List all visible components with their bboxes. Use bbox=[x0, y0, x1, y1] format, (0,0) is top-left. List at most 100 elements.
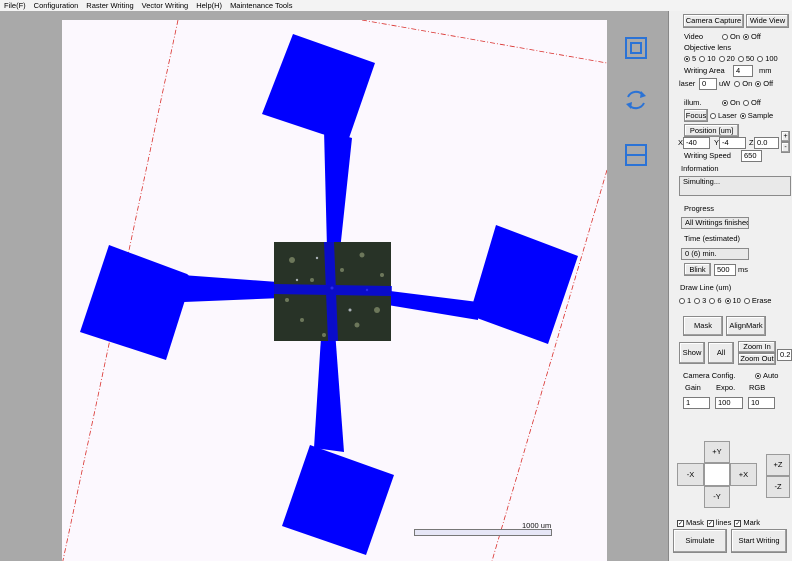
draw-line-label: Draw Line (um) bbox=[680, 283, 732, 292]
video-label: Video bbox=[684, 32, 704, 41]
start-writing-button[interactable]: Start Writing bbox=[731, 529, 787, 553]
information-label: Information bbox=[681, 164, 719, 173]
wide-view-button[interactable]: Wide View bbox=[746, 14, 789, 28]
z-position-input[interactable]: 0.0 bbox=[754, 137, 779, 149]
laser-on-radio[interactable]: On bbox=[734, 79, 752, 89]
writing-area-unit: mm bbox=[759, 66, 772, 75]
objective-100-radio[interactable]: 100 bbox=[757, 54, 778, 64]
zoom-value-input[interactable]: 0.2 bbox=[777, 349, 792, 361]
menu-configuration[interactable]: Configuration bbox=[30, 0, 83, 11]
position-button[interactable]: Position [um] bbox=[684, 124, 739, 137]
laser-off-radio[interactable]: Off bbox=[755, 79, 773, 89]
move-minus-x-button[interactable]: -X bbox=[677, 463, 704, 486]
objective-50-radio[interactable]: 50 bbox=[737, 54, 754, 64]
writing-canvas[interactable] bbox=[62, 20, 607, 561]
move-minus-y-button[interactable]: -Y bbox=[704, 486, 730, 508]
progress-label: Progress bbox=[684, 204, 715, 213]
draw-line-options: 1 3 6 10 Erase bbox=[679, 296, 774, 306]
show-button[interactable]: Show bbox=[679, 342, 705, 364]
display-checkboxes: ✓ Mask ✓ lines ✓ Mark bbox=[677, 518, 763, 528]
simulate-button[interactable]: Simulate bbox=[673, 529, 727, 553]
mask-button[interactable]: Mask bbox=[683, 316, 723, 336]
objective-10-radio[interactable]: 10 bbox=[699, 54, 716, 64]
objective-lens-label: Objective lens bbox=[684, 43, 732, 52]
rgb-input[interactable]: 10 bbox=[748, 397, 775, 409]
scale-bar bbox=[414, 529, 552, 536]
pattern-view bbox=[62, 20, 607, 561]
camera-config-label: Camera Config. bbox=[679, 370, 749, 381]
mark-checkbox[interactable]: ✓ Mark bbox=[734, 518, 760, 528]
zoom-in-button[interactable]: Zoom In bbox=[738, 341, 776, 353]
objective-5-radio[interactable]: 5 bbox=[684, 54, 696, 64]
focus-sample-radio[interactable]: Sample bbox=[739, 111, 773, 121]
dpad-center bbox=[704, 463, 730, 486]
blink-button[interactable]: Blink bbox=[684, 263, 711, 276]
gain-label: Gain bbox=[685, 383, 701, 392]
canvas-area: 1000 um bbox=[0, 11, 668, 561]
camera-image bbox=[274, 242, 392, 341]
fit-view-icon[interactable] bbox=[623, 35, 649, 61]
menu-help[interactable]: Help(H) bbox=[192, 0, 226, 11]
draw-line-3-radio[interactable]: 3 bbox=[694, 296, 706, 306]
video-on-radio[interactable]: On bbox=[722, 32, 740, 42]
gain-input[interactable]: 1 bbox=[683, 397, 710, 409]
zoom-out-button[interactable]: Zoom Out bbox=[738, 353, 776, 365]
lines-checkbox[interactable]: ✓ lines bbox=[706, 518, 731, 528]
laser-unit: uW bbox=[719, 79, 731, 88]
blink-input[interactable]: 500 bbox=[714, 264, 736, 276]
blink-unit: ms bbox=[738, 265, 748, 274]
z-stepper-up[interactable]: + bbox=[781, 131, 790, 142]
move-plus-x-button[interactable]: +X bbox=[730, 463, 757, 486]
illum-label: illum. bbox=[684, 98, 702, 107]
menu-file[interactable]: File(F) bbox=[0, 0, 30, 11]
time-estimated-label: Time (estimated) bbox=[684, 234, 740, 243]
alignmark-button[interactable]: AlignMark bbox=[726, 316, 766, 336]
focus-button[interactable]: Focus bbox=[684, 109, 708, 122]
pad-bottom bbox=[282, 445, 394, 555]
rotate-icon[interactable] bbox=[623, 87, 649, 113]
menu-vector-writing[interactable]: Vector Writing bbox=[138, 0, 193, 11]
erase-radio[interactable]: Erase bbox=[743, 296, 771, 306]
laser-label: laser bbox=[679, 79, 696, 88]
expo-label: Expo. bbox=[716, 383, 736, 392]
writing-area-input[interactable]: 4 bbox=[733, 65, 753, 77]
auto-radio[interactable]: Auto bbox=[755, 371, 778, 381]
focus-options: Laser Sample bbox=[710, 111, 776, 121]
split-view-icon[interactable] bbox=[623, 142, 649, 168]
laser-row: laser 0 uW On Off bbox=[679, 78, 776, 90]
illum-row: illum. On Off bbox=[684, 98, 764, 108]
scale-label: 1000 um bbox=[522, 521, 552, 530]
laser-input[interactable]: 0 bbox=[699, 78, 717, 90]
video-off-radio[interactable]: Off bbox=[743, 32, 761, 42]
objective-20-radio[interactable]: 20 bbox=[718, 54, 735, 64]
writing-speed-input[interactable]: 650 bbox=[741, 150, 762, 162]
focus-laser-radio[interactable]: Laser bbox=[710, 111, 737, 121]
time-estimated-value: 0 (6) min. bbox=[681, 248, 749, 260]
illum-off-radio[interactable]: Off bbox=[743, 98, 761, 108]
menu-maintenance-tools[interactable]: Maintenance Tools bbox=[226, 0, 296, 11]
writing-area-label: Writing Area bbox=[684, 66, 725, 75]
camera-capture-button[interactable]: Camera Capture bbox=[683, 14, 744, 28]
objective-lens-options: 5 10 20 50 100 bbox=[684, 54, 781, 64]
draw-line-6-radio[interactable]: 6 bbox=[709, 296, 722, 306]
move-minus-z-button[interactable]: -Z bbox=[766, 476, 790, 498]
y-position-input[interactable]: -4 bbox=[719, 137, 746, 149]
move-plus-z-button[interactable]: +Z bbox=[766, 454, 790, 476]
rgb-label: RGB bbox=[749, 383, 766, 392]
z-label: Z bbox=[749, 138, 754, 147]
information-box: Simulting... bbox=[679, 176, 791, 196]
x-position-input[interactable]: -40 bbox=[683, 137, 710, 149]
expo-input[interactable]: 100 bbox=[715, 397, 743, 409]
control-panel: Camera Capture Wide View Video On Off Ob… bbox=[668, 11, 792, 561]
video-row: Video On Off bbox=[684, 32, 764, 42]
menu-raster-writing[interactable]: Raster Writing bbox=[82, 0, 137, 11]
draw-line-1-radio[interactable]: 1 bbox=[679, 296, 691, 306]
auto-row: Auto bbox=[755, 371, 781, 381]
all-button[interactable]: All bbox=[708, 342, 734, 364]
move-plus-y-button[interactable]: +Y bbox=[704, 441, 730, 463]
mask-checkbox[interactable]: ✓ Mask bbox=[677, 518, 704, 528]
illum-on-radio[interactable]: On bbox=[722, 98, 740, 108]
pad-left bbox=[80, 245, 192, 360]
z-stepper-down[interactable]: - bbox=[781, 142, 790, 153]
draw-line-10-radio[interactable]: 10 bbox=[724, 296, 741, 306]
